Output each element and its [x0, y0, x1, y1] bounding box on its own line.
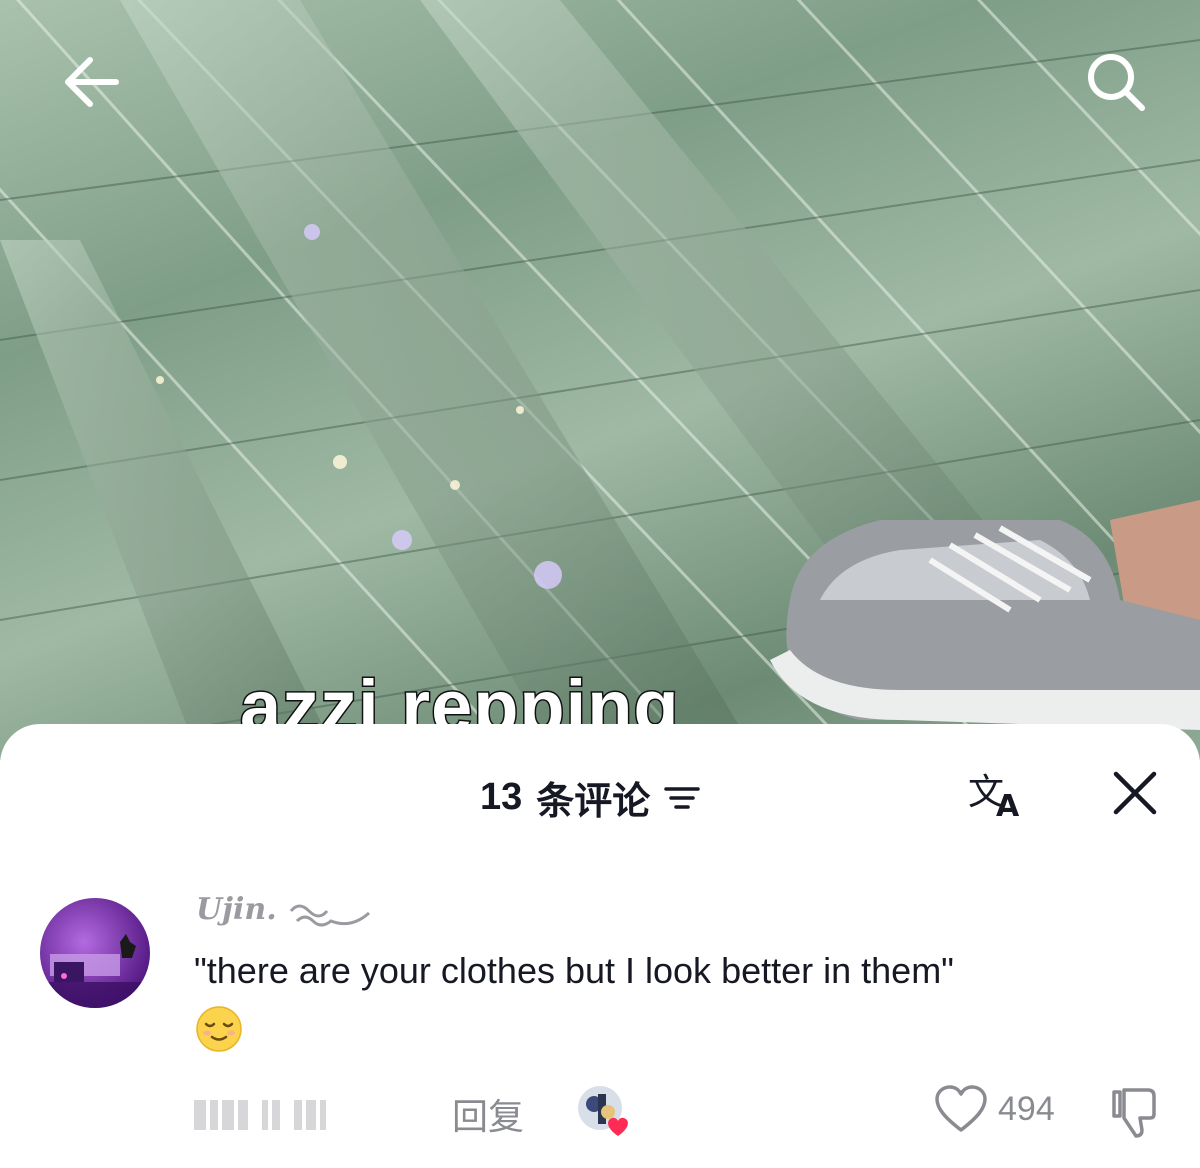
comments-sheet: 13 条评论 文 A Ujin. "there are your clothes… [0, 724, 1200, 1168]
svg-text:A: A [996, 789, 1020, 822]
comment-item: Ujin. "there are your clothes but I look… [0, 888, 1200, 1168]
relieved-face-emoji [194, 1004, 244, 1054]
video-frame [0, 0, 1200, 760]
arrow-left-icon [65, 57, 119, 107]
comment-text: "there are your clothes but I look bette… [194, 950, 954, 991]
comments-header: 13 条评论 文 A [0, 724, 1200, 854]
sort-lines-icon[interactable] [664, 784, 701, 812]
back-button[interactable] [52, 42, 132, 122]
username-text: Ujin. [196, 892, 277, 927]
close-icon [1113, 771, 1157, 815]
wave-decoration-icon [289, 904, 371, 927]
reply-button[interactable]: 回复 [452, 1088, 524, 1140]
close-button[interactable] [1108, 766, 1162, 820]
creator-avatar-heart-icon [578, 1086, 628, 1136]
comment-actions: 回复 494 [0, 1084, 1200, 1164]
creator-liked-avatar[interactable] [576, 1084, 630, 1138]
like-button[interactable]: 494 [934, 1084, 1055, 1134]
comment-count-title: 13 条评论 [480, 770, 701, 825]
translate-icon: 文 A [968, 772, 1020, 824]
comment-count: 13 [480, 776, 523, 818]
comment-count-label: 条评论 [536, 781, 651, 823]
translate-button[interactable]: 文 A [966, 766, 1030, 824]
dislike-button[interactable] [1106, 1084, 1162, 1140]
redacted-timestamp [194, 1098, 326, 1130]
avatar-image [40, 934, 150, 1008]
thumbs-down-icon [1112, 1088, 1156, 1138]
heart-outline-icon [935, 1085, 987, 1132]
search-button[interactable] [1076, 42, 1156, 122]
search-icon [1088, 54, 1145, 111]
like-count: 494 [998, 1089, 1055, 1128]
video-player[interactable]: azzi repping [0, 0, 1200, 760]
commenter-avatar[interactable] [40, 898, 150, 1008]
commenter-username[interactable]: Ujin. [196, 892, 371, 932]
